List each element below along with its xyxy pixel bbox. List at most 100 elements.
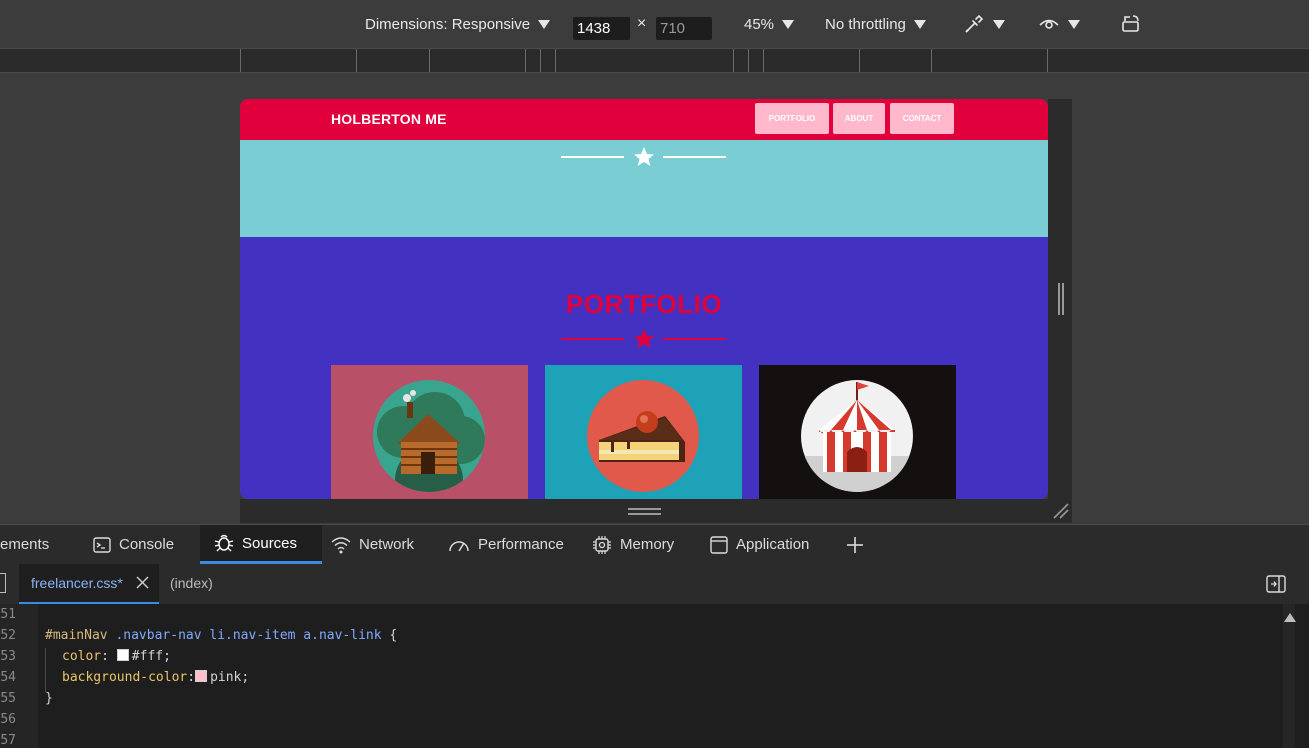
tab-network[interactable]: Network	[330, 525, 414, 564]
media-query-bar[interactable]	[0, 48, 1309, 73]
brace-open: {	[381, 628, 398, 643]
code-editor[interactable]: 51 52 53 54 55 56 57 #mainNav .navbar-na…	[0, 604, 1309, 748]
emulated-viewport[interactable]: HOLBERTON ME PORTFOLIO ABOUT CONTACT POR…	[240, 99, 1048, 499]
media-query-tick	[240, 49, 241, 72]
star-divider	[561, 329, 726, 348]
throttling-dropdown[interactable]: No throttling	[825, 0, 926, 48]
scroll-up-arrow-icon[interactable]	[1284, 613, 1296, 622]
editor-file-tabs: freelancer.css* (index)	[0, 564, 1309, 604]
cake-image	[587, 380, 699, 492]
gauge-icon	[449, 540, 469, 551]
line-number: 56	[0, 712, 16, 727]
site-brand[interactable]: HOLBERTON ME	[331, 111, 447, 127]
tab-performance[interactable]: Performance	[447, 525, 564, 564]
tab-label: Performance	[478, 536, 564, 553]
media-query-tick	[748, 49, 749, 72]
width-input[interactable]: 1438	[573, 17, 630, 40]
star-divider	[561, 147, 726, 166]
tab-application[interactable]: Application	[709, 525, 809, 564]
css-property: color	[62, 649, 102, 664]
tab-label: Application	[736, 536, 810, 553]
device-toolbar: Dimensions: Responsive 1438 × 710 45% No…	[0, 0, 1309, 48]
hero-section	[240, 140, 1048, 237]
media-query-tick	[429, 49, 430, 72]
right-resize-handle[interactable]	[1048, 99, 1072, 499]
css-selector-rest: .navbar-nav li.nav-item a.nav-link	[115, 628, 382, 643]
corner-resize-icon[interactable]	[1052, 502, 1070, 520]
editor-scrollbar[interactable]	[1283, 604, 1296, 748]
line-number: 52	[0, 628, 16, 643]
chevron-down-icon	[1068, 19, 1080, 29]
media-query-tick	[525, 49, 526, 72]
portfolio-section: PORTFOLIO	[240, 237, 1048, 499]
devtools-tabbar: ements Console Sources Network Performan…	[0, 524, 1309, 564]
indent-guide	[45, 648, 46, 692]
file-tab-freelancer-css[interactable]: freelancer.css*	[19, 564, 159, 604]
file-tab-index[interactable]: (index)	[170, 575, 213, 591]
tab-label: Network	[359, 536, 415, 553]
tab-label: ements	[0, 536, 50, 553]
vision-deficiency-button[interactable]	[1038, 0, 1080, 48]
media-query-tick	[763, 49, 764, 72]
zoom-label: 45%	[744, 15, 775, 33]
portfolio-heading: PORTFOLIO	[565, 289, 723, 319]
dimensions-dropdown[interactable]: Dimensions: Responsive	[365, 0, 551, 48]
portfolio-card-circus[interactable]	[759, 365, 956, 499]
nav-link-portfolio[interactable]: PORTFOLIO	[755, 103, 829, 134]
code-line-close: }	[45, 691, 53, 706]
circus-image	[801, 380, 913, 492]
media-query-tick	[555, 49, 556, 72]
line-number: 53	[0, 649, 16, 664]
tab-label: Sources	[242, 534, 298, 552]
color-swatch-white[interactable]	[116, 649, 129, 661]
zoom-dropdown[interactable]: 45%	[744, 0, 795, 48]
tab-label: Memory	[620, 536, 675, 553]
star-icon	[634, 329, 654, 348]
tab-elements[interactable]: ements	[0, 525, 49, 564]
media-query-tick	[1047, 49, 1048, 72]
grip-line	[1062, 283, 1064, 315]
bottom-resize-handle[interactable]	[240, 499, 1072, 523]
star-icon	[634, 147, 654, 166]
media-query-tick	[356, 49, 357, 72]
toggle-sidebar-icon[interactable]	[1266, 575, 1286, 593]
rotate-icon	[1122, 15, 1139, 32]
css-value: #fff;	[131, 649, 171, 664]
rotate-button[interactable]	[1120, 0, 1142, 48]
line-number: 54	[0, 670, 16, 685]
plus-icon	[847, 536, 863, 553]
wifi-icon	[331, 536, 351, 553]
line-number-gutter: 51 52 53 54 55 56 57	[0, 604, 38, 748]
nav-link-contact[interactable]: CONTACT	[890, 103, 954, 134]
nav-link-about[interactable]: ABOUT	[833, 103, 885, 134]
chevron-down-icon	[782, 19, 795, 29]
site-navbar: HOLBERTON ME PORTFOLIO ABOUT CONTACT	[240, 99, 1048, 140]
line-number: 57	[0, 733, 16, 748]
navigator-toggle-icon[interactable]	[0, 573, 6, 593]
bug-icon	[214, 534, 234, 552]
eyedropper-icon	[965, 14, 984, 33]
portfolio-card-cake[interactable]	[545, 365, 742, 499]
code-line-color: color: #fff;	[62, 649, 171, 664]
chip-icon	[593, 535, 611, 554]
css-value: pink;	[210, 670, 250, 685]
add-tab-button[interactable]	[845, 525, 865, 564]
height-input[interactable]: 710	[656, 17, 712, 40]
grip-line	[628, 508, 661, 510]
dimensions-label: Dimensions: Responsive	[365, 15, 531, 33]
eye-icon	[1039, 19, 1059, 29]
brace-close: }	[45, 691, 53, 706]
chevron-down-icon	[993, 19, 1005, 29]
css-property: background-color	[62, 670, 188, 685]
media-query-tick	[733, 49, 734, 72]
eyedropper-button[interactable]	[963, 0, 1005, 48]
color-swatch-pink[interactable]	[195, 670, 208, 682]
line-number: 51	[0, 607, 16, 622]
close-icon[interactable]	[136, 576, 149, 589]
tab-console[interactable]: Console	[92, 525, 174, 564]
portfolio-card-cabin[interactable]	[331, 365, 528, 499]
chevron-down-icon	[538, 19, 551, 29]
tab-sources[interactable]: Sources	[200, 525, 322, 564]
tab-memory[interactable]: Memory	[591, 525, 674, 564]
code-line-bgcolor: background-color: pink;	[62, 670, 250, 685]
